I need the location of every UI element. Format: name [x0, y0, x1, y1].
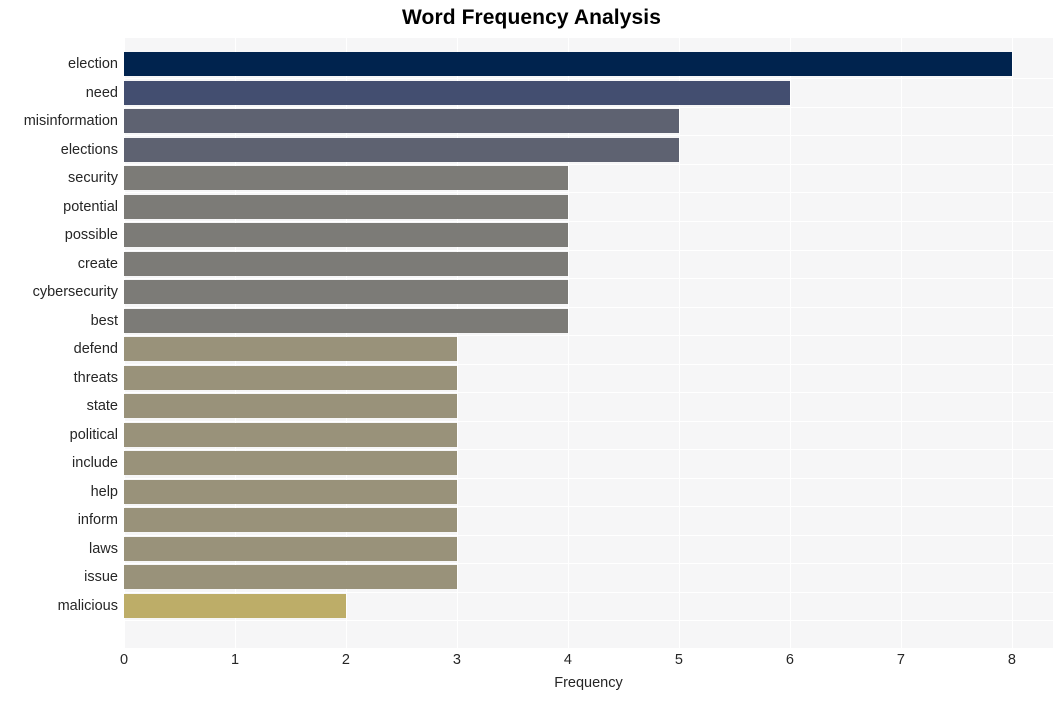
gridline-horizontal: [124, 78, 1053, 79]
gridline-horizontal: [124, 221, 1053, 222]
y-axis-tick-label: political: [69, 426, 118, 443]
x-axis-title: Frequency: [554, 675, 623, 691]
gridline-vertical: [678, 38, 680, 648]
gridline-vertical: [789, 38, 791, 648]
gridline-horizontal: [124, 135, 1053, 136]
chart-figure: Word Frequency Analysis election need misi…: [0, 0, 1063, 701]
bar: [124, 451, 457, 476]
bar: [124, 223, 568, 248]
gridline-horizontal: [124, 192, 1053, 193]
gridline-horizontal: [124, 335, 1053, 336]
page-title: Word Frequency Analysis: [401, 6, 662, 29]
gridline-horizontal: [124, 563, 1053, 564]
gridline-horizontal: [124, 107, 1053, 108]
gridline-vertical: [900, 38, 902, 648]
gridline-horizontal: [124, 506, 1053, 507]
plot-area: [124, 38, 1053, 648]
bar: [124, 508, 457, 533]
x-axis-tick-label: 1: [230, 652, 240, 668]
y-axis-tick-label: include: [72, 455, 118, 472]
y-axis-tick-label: malicious: [57, 597, 118, 614]
y-axis-tick-label: election: [68, 56, 118, 73]
y-axis-tick-label: possible: [64, 227, 118, 244]
bar: [124, 422, 457, 447]
x-axis-tick-label: 2: [341, 652, 350, 668]
gridline-horizontal: [124, 392, 1053, 393]
y-axis-tick-label: potential: [63, 198, 118, 215]
x-axis-tick-label: 8: [1007, 652, 1016, 668]
bar: [124, 194, 568, 219]
bar: [124, 479, 457, 504]
y-axis-tick-label: create: [77, 255, 118, 272]
y-axis-tick-label: cybersecurity: [32, 284, 118, 301]
bar: [124, 109, 679, 134]
bar: [124, 52, 1012, 77]
y-axis-tick-label: misinformation: [23, 113, 118, 130]
y-axis-tick-label: need: [85, 84, 118, 101]
x-axis-tick-labels: 0 1 2 3 4 5 6 7 8: [0, 652, 1063, 674]
bar: [124, 137, 679, 162]
y-axis-tick-label: security: [68, 170, 118, 187]
x-axis-tick-label: 5: [674, 652, 683, 668]
bar: [124, 337, 457, 362]
y-axis-tick-label: issue: [84, 569, 118, 586]
gridline-horizontal: [124, 164, 1053, 165]
y-axis-tick-label: state: [86, 398, 118, 415]
bar: [124, 80, 790, 105]
y-axis-tick-label: laws: [88, 540, 118, 557]
x-axis-tick-label: 3: [452, 652, 461, 668]
bar: [124, 536, 457, 561]
x-axis-tick-label: 7: [896, 652, 905, 668]
gridline-horizontal: [124, 278, 1053, 279]
gridline-horizontal: [124, 449, 1053, 450]
x-axis-tick-label: 6: [785, 652, 794, 668]
bar: [124, 365, 457, 390]
gridline-vertical: [1011, 38, 1013, 648]
bar: [124, 308, 568, 333]
y-axis-tick-label: best: [90, 312, 118, 329]
bar: [124, 166, 568, 191]
y-axis-tick-label: inform: [77, 512, 118, 529]
y-axis-tick-label: elections: [60, 141, 118, 158]
x-axis-tick-label: 0: [119, 652, 129, 668]
y-axis-tick-label: defend: [73, 341, 118, 358]
y-axis-tick-label: help: [90, 483, 118, 500]
x-axis-tick-label: 4: [563, 652, 572, 668]
bar: [124, 251, 568, 276]
y-axis-labels: election need misinformation elections secur…: [0, 38, 118, 648]
bar: [124, 565, 457, 590]
bar: [124, 593, 346, 618]
y-axis-tick-label: threats: [73, 369, 118, 386]
bar: [124, 394, 457, 419]
gridline-horizontal: [124, 620, 1053, 621]
bar: [124, 280, 568, 305]
